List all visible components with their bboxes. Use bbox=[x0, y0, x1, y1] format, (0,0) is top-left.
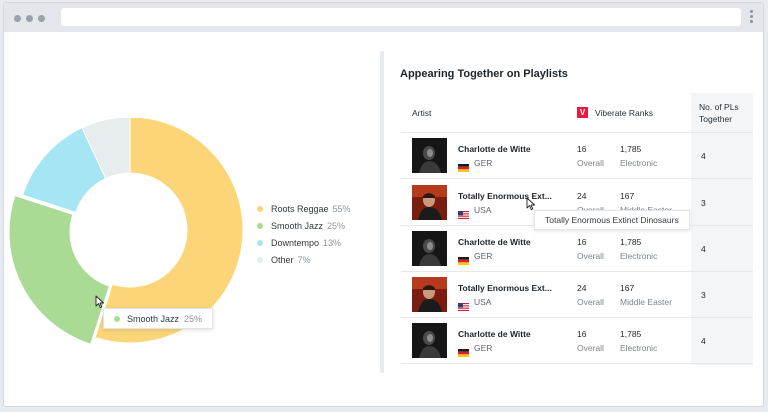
artist-name[interactable]: Charlotte de Witte bbox=[458, 237, 531, 247]
artist-country: USA bbox=[474, 205, 492, 215]
column-header-count[interactable]: No. of PLs Together bbox=[699, 101, 749, 125]
legend-value: 55% bbox=[332, 203, 351, 214]
playlists-together-count: 3 bbox=[701, 290, 706, 300]
column-header-artist[interactable]: Artist bbox=[412, 108, 431, 118]
artist-country: GER bbox=[474, 343, 493, 353]
legend-value: 25% bbox=[327, 220, 346, 231]
genre-rank-value: 167 bbox=[620, 191, 635, 201]
overall-rank-label: Overall bbox=[577, 158, 604, 168]
germany-flag-icon bbox=[458, 344, 469, 357]
viberate-logo-icon: V bbox=[577, 107, 588, 118]
overall-rank-value: 24 bbox=[577, 191, 587, 201]
playlists-together-count: 3 bbox=[701, 198, 706, 208]
panel-divider bbox=[380, 51, 384, 373]
playlists-together-count: 4 bbox=[701, 151, 706, 161]
legend-label: Smooth Jazz bbox=[271, 220, 324, 231]
overall-rank-value: 24 bbox=[577, 283, 587, 293]
legend-swatch bbox=[257, 222, 263, 229]
legend-label: Roots Reggae bbox=[271, 203, 329, 214]
chart-tooltip: Smooth Jazz 25% bbox=[103, 308, 213, 329]
column-header-ranks[interactable]: V Viberate Ranks bbox=[577, 107, 653, 118]
legend-value: 13% bbox=[323, 237, 342, 248]
legend-item-downtempo[interactable]: Downtempo 13% bbox=[257, 234, 351, 251]
window-dot-icon bbox=[38, 15, 45, 22]
legend-swatch bbox=[257, 239, 263, 246]
artist-thumbnail[interactable] bbox=[412, 231, 447, 266]
artist-country: USA bbox=[474, 297, 492, 307]
tooltip-value: 25% bbox=[184, 313, 203, 324]
genre-rank-label: Middle Easter bbox=[620, 297, 672, 307]
overall-rank-value: 16 bbox=[577, 237, 587, 247]
legend-item-roots-reggae[interactable]: Roots Reggae 55% bbox=[257, 200, 351, 217]
artist-name[interactable]: Totally Enormous Ext... bbox=[458, 191, 552, 201]
address-bar[interactable] bbox=[61, 8, 741, 26]
chart-legend: Roots Reggae 55% Smooth Jazz 25% Downtem… bbox=[257, 200, 351, 268]
genre-rank-label: Electronic bbox=[620, 158, 658, 168]
artist-thumbnail[interactable] bbox=[412, 323, 447, 358]
playlists-together-count: 4 bbox=[701, 244, 706, 254]
table-row[interactable]: Charlotte de Witte GER 16 Overall 1,785 Elect… bbox=[401, 226, 753, 272]
legend-label: Downtempo bbox=[271, 237, 320, 248]
kebab-menu-icon[interactable] bbox=[750, 10, 754, 25]
genre-rank-value: 1,785 bbox=[620, 144, 642, 154]
legend-swatch bbox=[257, 205, 263, 212]
legend-item-smooth-jazz[interactable]: Smooth Jazz 25% bbox=[257, 217, 351, 234]
overall-rank-label: Overall bbox=[577, 251, 604, 261]
overall-rank-label: Overall bbox=[577, 343, 604, 353]
legend-label: Other bbox=[271, 254, 294, 265]
browser-titlebar bbox=[4, 3, 763, 32]
germany-flag-icon bbox=[458, 252, 469, 265]
artist-name[interactable]: Totally Enormous Ext... bbox=[458, 283, 552, 293]
artist-name[interactable]: Charlotte de Witte bbox=[458, 329, 531, 339]
genre-rank-label: Electronic bbox=[620, 251, 658, 261]
artist-thumbnail[interactable] bbox=[412, 138, 447, 173]
genre-rank-value: 1,785 bbox=[620, 329, 642, 339]
legend-item-other[interactable]: Other 7% bbox=[257, 251, 351, 268]
overall-rank-value: 16 bbox=[577, 144, 587, 154]
mouse-cursor-icon bbox=[95, 295, 105, 309]
legend-value: 7% bbox=[297, 254, 311, 265]
window-dot-icon bbox=[14, 15, 21, 22]
artist-name-tooltip: Totally Enormous Extinct Dinosaurs bbox=[534, 210, 690, 230]
artist-country: GER bbox=[474, 251, 493, 261]
genre-rank-value: 167 bbox=[620, 283, 635, 293]
artist-thumbnail[interactable] bbox=[412, 277, 447, 312]
table-row[interactable]: Totally Enormous Ext... USA 24 Overall 167 Mi… bbox=[401, 272, 753, 318]
window-dot-icon bbox=[26, 15, 33, 22]
artist-country: GER bbox=[474, 158, 493, 168]
donut-slice-smooth-jazz[interactable] bbox=[8, 194, 111, 345]
artist-name[interactable]: Charlotte de Witte bbox=[458, 144, 531, 154]
tooltip-swatch bbox=[114, 315, 120, 322]
playlists-together-count: 4 bbox=[701, 336, 706, 346]
overall-rank-value: 16 bbox=[577, 329, 587, 339]
genre-rank-value: 1,785 bbox=[620, 237, 642, 247]
table-row[interactable]: Charlotte de Witte GER 16 Overall 1,785 Elect… bbox=[401, 318, 753, 364]
usa-flag-icon bbox=[458, 298, 469, 311]
genre-rank-label: Electronic bbox=[620, 343, 658, 353]
usa-flag-icon bbox=[458, 206, 469, 219]
table-row[interactable]: Charlotte de Witte GER 16 Overall 1,785 Elect… bbox=[401, 133, 753, 179]
germany-flag-icon bbox=[458, 159, 469, 172]
legend-swatch bbox=[257, 256, 263, 263]
mouse-cursor-icon bbox=[526, 197, 536, 211]
overall-rank-label: Overall bbox=[577, 297, 604, 307]
artist-thumbnail[interactable] bbox=[412, 185, 447, 220]
panel-title: Appearing Together on Playlists bbox=[400, 68, 568, 80]
tooltip-label: Smooth Jazz bbox=[127, 313, 180, 324]
column-header-ranks-label: Viberate Ranks bbox=[595, 107, 653, 118]
